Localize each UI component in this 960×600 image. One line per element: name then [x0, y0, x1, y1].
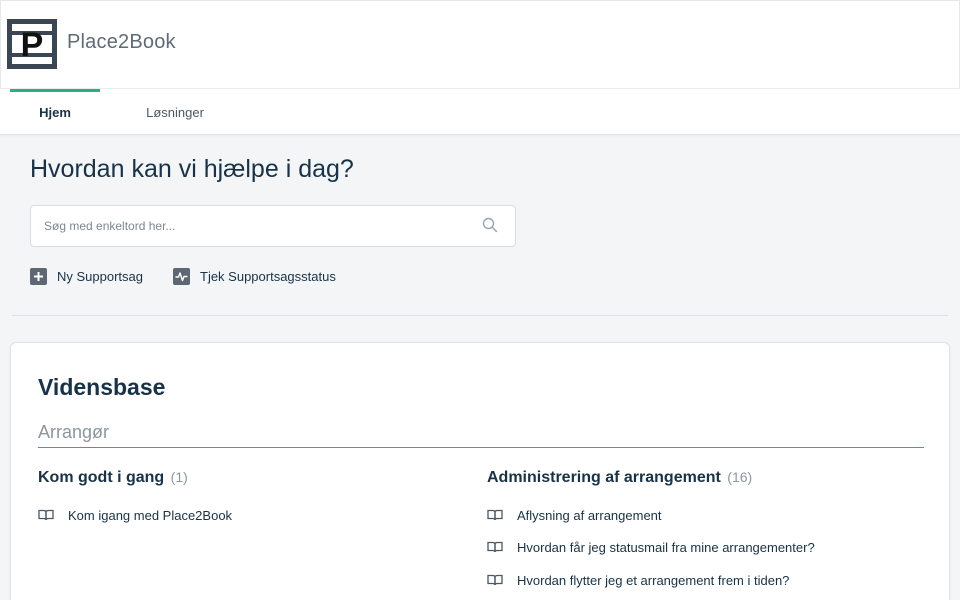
- article-title: Kom igang med Place2Book: [68, 507, 233, 523]
- article-title: Hvordan får jeg statusmail fra mine arra…: [517, 539, 815, 555]
- category-title[interactable]: Arrangør: [38, 422, 109, 443]
- book-open-icon: [38, 509, 54, 521]
- check-ticket-status-label: Tjek Supportsagsstatus: [200, 268, 336, 284]
- page-title: Hvordan kan vi hjælpe i dag?: [30, 155, 354, 183]
- new-ticket-label: Ny Supportsag: [57, 268, 143, 284]
- logo-letter: P: [21, 26, 44, 64]
- plus-square-icon: [30, 267, 47, 285]
- brand-name[interactable]: Place2Book: [67, 31, 176, 54]
- place2book-logo[interactable]: P: [7, 19, 57, 69]
- folder-article-count: (16): [727, 469, 753, 485]
- knowledge-base-card: Vidensbase Arrangør Kom godt i gang (1) …: [10, 342, 950, 600]
- tab-solutions[interactable]: Løsninger: [130, 89, 220, 135]
- folder-name: Kom godt i gang: [38, 469, 165, 486]
- book-open-icon: [487, 541, 503, 553]
- section-divider: [12, 315, 948, 316]
- book-open-icon: [487, 574, 503, 586]
- main-nav: Hjem Løsninger: [0, 89, 960, 135]
- article-link[interactable]: Hvordan flytter jeg et arrangement frem …: [487, 570, 789, 590]
- article-link[interactable]: Aflysning af arrangement: [487, 505, 662, 525]
- search-input[interactable]: [31, 206, 471, 246]
- check-ticket-status-link[interactable]: Tjek Supportsagsstatus: [173, 266, 336, 286]
- article-link[interactable]: Hvordan får jeg statusmail fra mine arra…: [487, 537, 815, 557]
- book-open-icon: [487, 509, 503, 521]
- search-box: [30, 205, 516, 247]
- tab-home[interactable]: Hjem: [10, 89, 100, 135]
- search-icon[interactable]: [482, 217, 498, 233]
- folder-article-count: (1): [170, 469, 188, 485]
- top-header: P Place2Book: [0, 0, 960, 89]
- folder-title[interactable]: Administrering af arrangement (16): [487, 469, 752, 487]
- folder-name: Administrering af arrangement: [487, 469, 721, 486]
- article-link[interactable]: Kom igang med Place2Book: [38, 505, 232, 525]
- article-title: Hvordan flytter jeg et arrangement frem …: [517, 572, 790, 588]
- activity-icon: [173, 267, 190, 285]
- folder-title[interactable]: Kom godt i gang (1): [38, 469, 188, 487]
- new-ticket-link[interactable]: Ny Supportsag: [30, 266, 143, 286]
- knowledge-base-title: Vidensbase: [38, 374, 166, 400]
- article-title: Aflysning af arrangement: [517, 507, 662, 523]
- category-underline: [38, 447, 924, 448]
